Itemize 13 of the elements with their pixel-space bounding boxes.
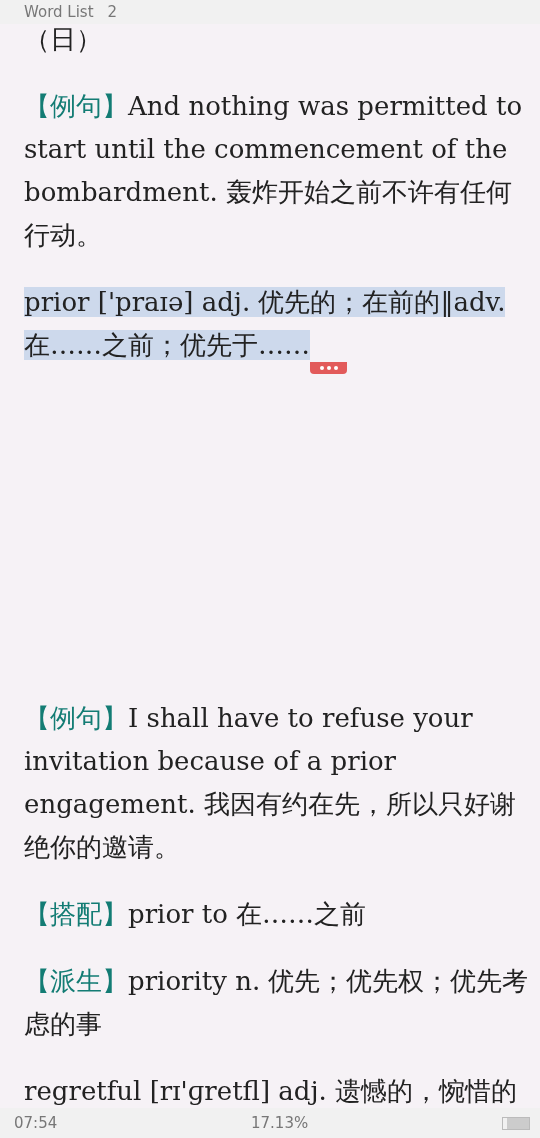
body-text: 【例句】I shall have to refuse your invitation because of a prior engagement. 我因有约在先，所以只好谢绝你的邀请。: [24, 702, 518, 864]
body-text: （日）: [24, 24, 103, 56]
body-text: regretful [rɪ'ɡretfl] adj. 遗憾的，惋惜的: [24, 1075, 519, 1108]
clock-time: 07:54: [14, 1114, 58, 1132]
chapter-number: 2: [107, 3, 118, 21]
percentage-text: 17.13%: [251, 1114, 309, 1132]
body-text: 【例句】And nothing was permitted to start until the commencement of the bombardment. 轰炸开始之前不许有任何行动。: [24, 90, 524, 252]
more-button[interactable]: [310, 362, 347, 374]
body-text: 【派生】priority n. 优先；优先权；优先考虑的事: [24, 965, 530, 1041]
body-text: 【搭配】prior to 在……之前: [24, 898, 368, 931]
chapter-title: Word List: [24, 3, 94, 21]
selected-text: prior ['praɪə] adj. 优先的；在前的‖adv. 在……之前；优先于……: [24, 286, 507, 362]
battery-icon: [502, 1116, 530, 1130]
